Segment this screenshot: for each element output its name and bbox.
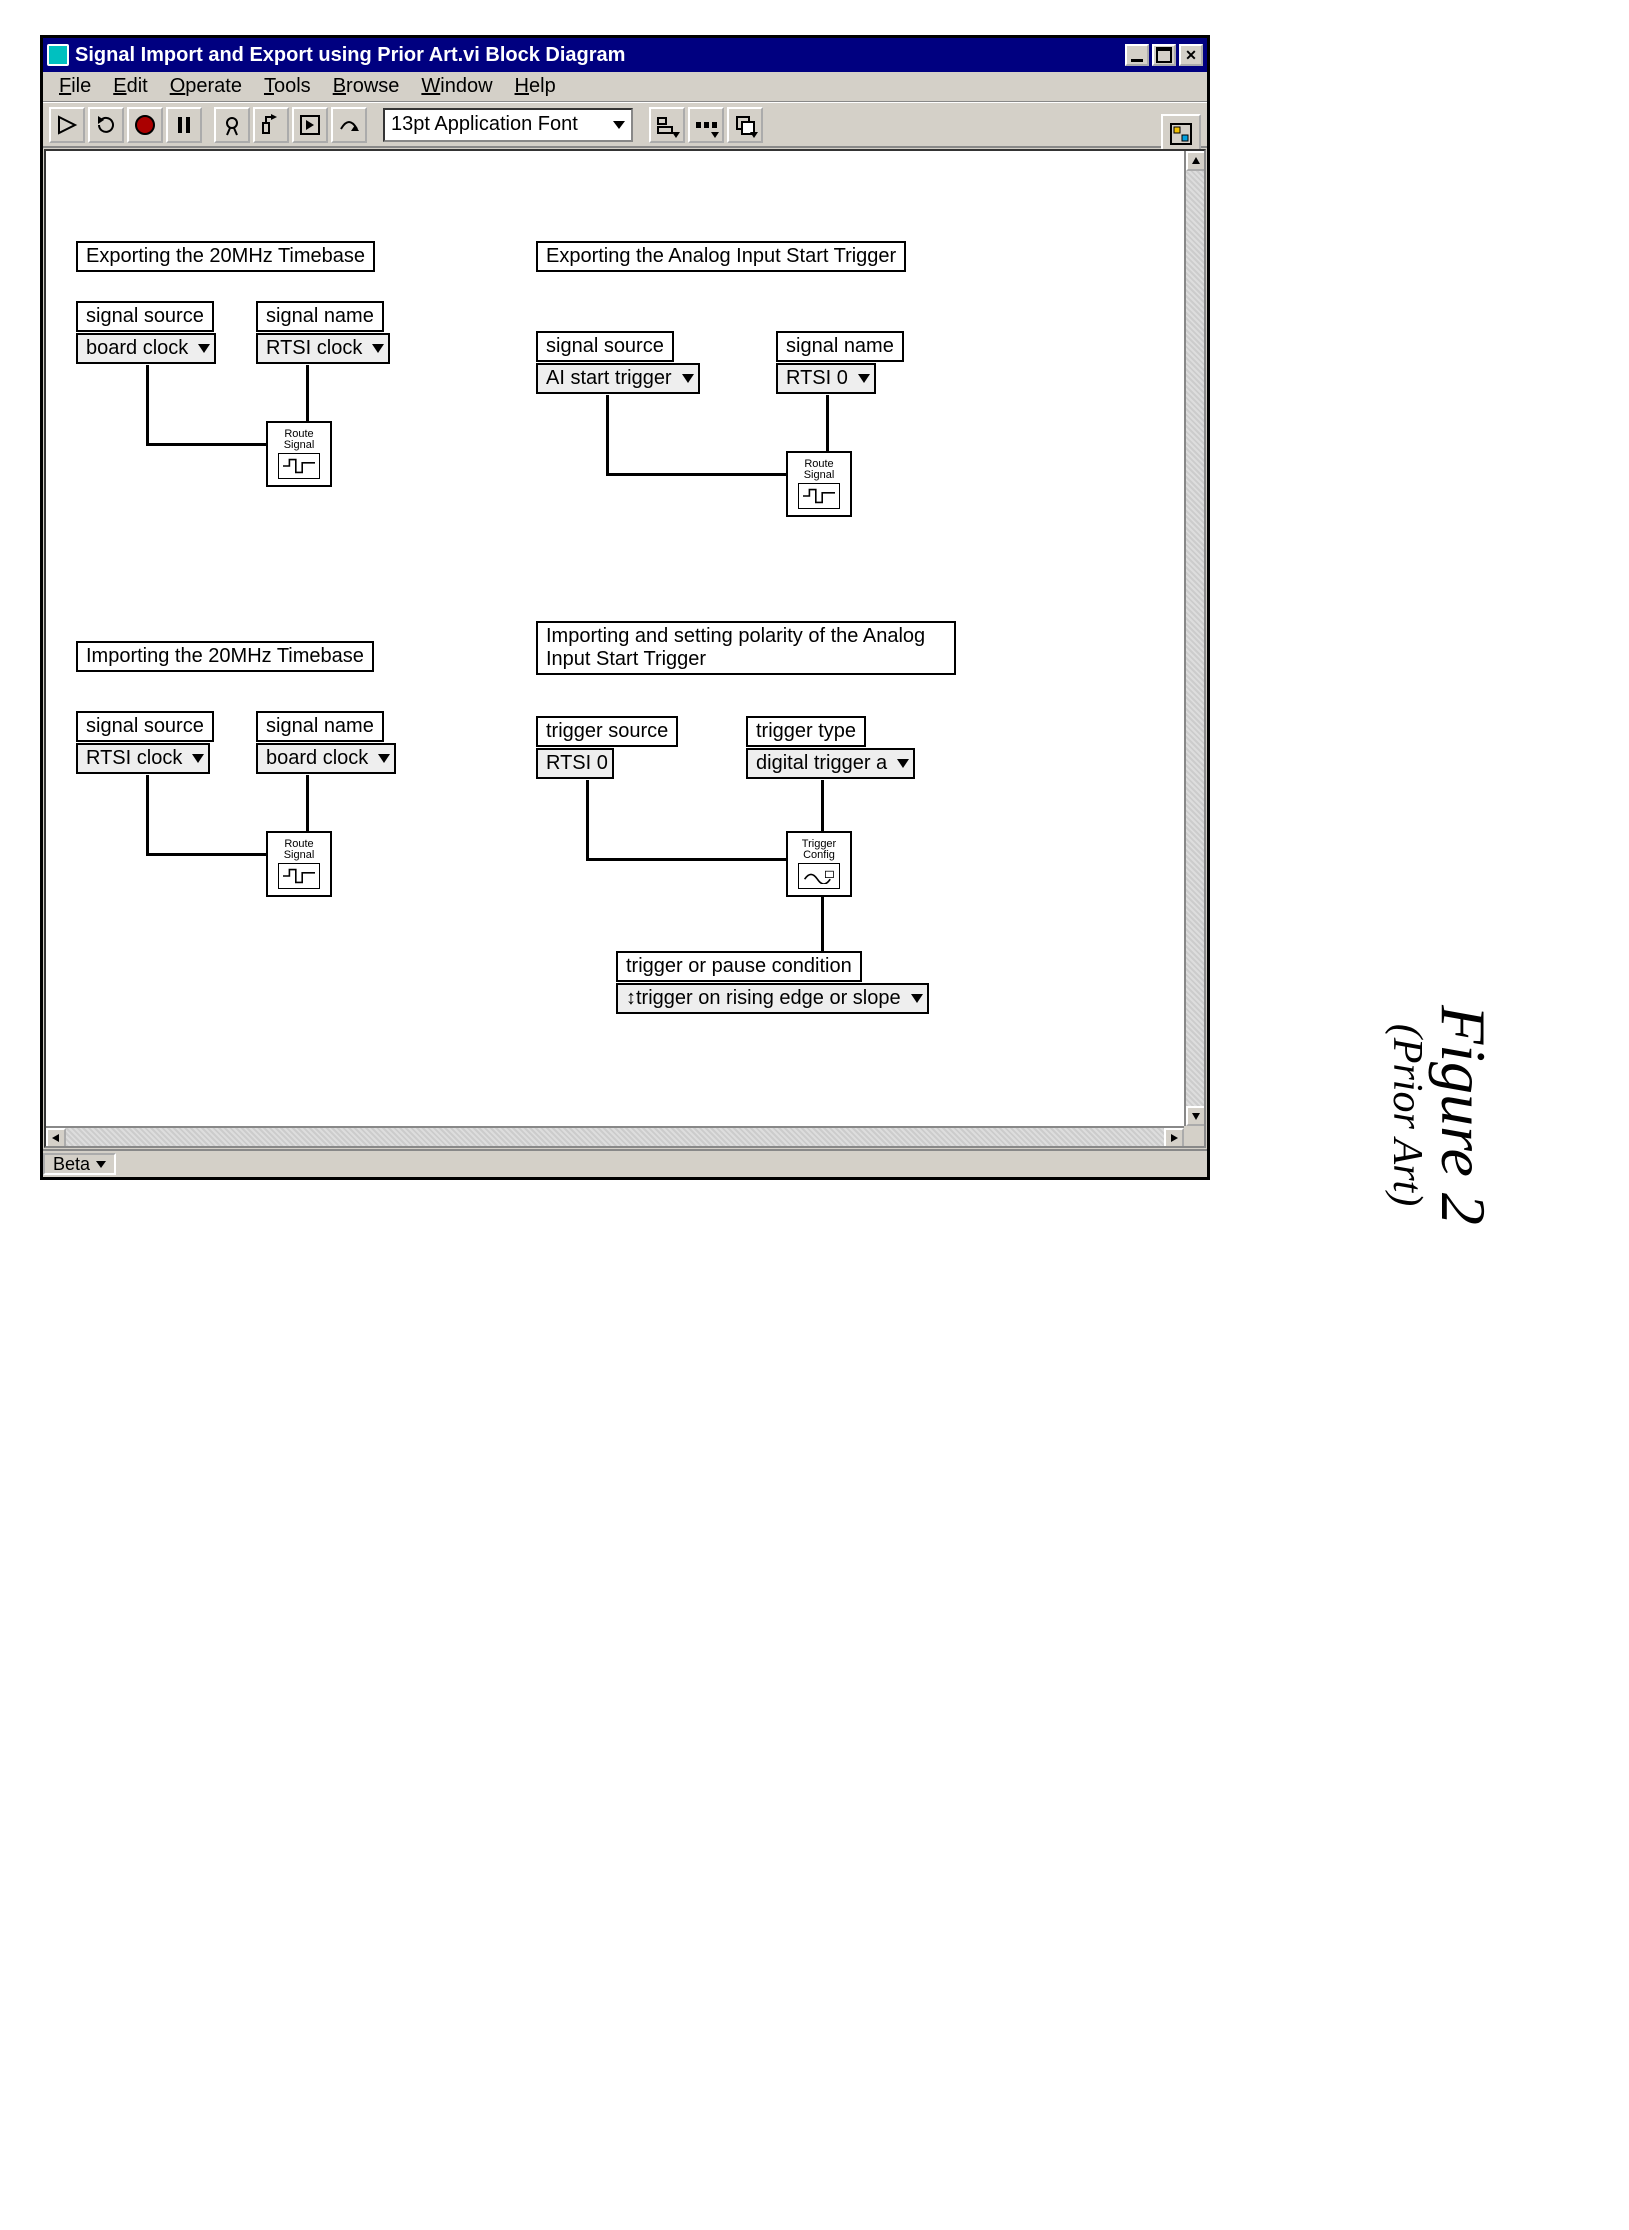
label-signal-source-3: signal source bbox=[76, 711, 214, 742]
combo-signal-name-2[interactable]: RTSI 0 bbox=[776, 363, 876, 394]
chevron-down-icon bbox=[897, 759, 909, 768]
window-title: Signal Import and Export using Prior Art… bbox=[75, 44, 1119, 67]
label-trigger-pause-condition: trigger or pause condition bbox=[616, 951, 862, 982]
run-continuous-button[interactable] bbox=[88, 107, 124, 143]
title-bar[interactable]: Signal Import and Export using Prior Art… bbox=[43, 38, 1207, 72]
chevron-down-icon bbox=[682, 374, 694, 383]
combo-signal-source-2[interactable]: AI start trigger bbox=[536, 363, 700, 394]
menu-help[interactable]: Help bbox=[505, 72, 566, 101]
menu-window[interactable]: Window bbox=[411, 72, 502, 101]
menu-file[interactable]: File bbox=[49, 72, 101, 101]
toolbar: 13pt Application Font bbox=[43, 102, 1207, 148]
label-signal-name-1: signal name bbox=[256, 301, 384, 332]
chevron-down-icon bbox=[613, 121, 625, 129]
label-import-20mhz: Importing the 20MHz Timebase bbox=[76, 641, 374, 672]
label-export-ai-start: Exporting the Analog Input Start Trigger bbox=[536, 241, 906, 272]
scroll-left-button[interactable] bbox=[46, 1128, 66, 1148]
combo-trigger-type[interactable]: digital trigger a bbox=[746, 748, 915, 779]
label-signal-name-3: signal name bbox=[256, 711, 384, 742]
figure-subtitle: (Prior Art) bbox=[1383, 1005, 1431, 1225]
scroll-track[interactable] bbox=[66, 1128, 1164, 1146]
wire bbox=[606, 473, 786, 476]
step-over-button[interactable] bbox=[331, 107, 367, 143]
close-button[interactable]: ✕ bbox=[1179, 44, 1203, 66]
menu-edit[interactable]: Edit bbox=[103, 72, 157, 101]
label-signal-name-2: signal name bbox=[776, 331, 904, 362]
wire bbox=[306, 775, 309, 831]
terminal-icon[interactable] bbox=[1161, 114, 1201, 154]
menu-bar: File Edit Operate Tools Browse Window He… bbox=[43, 72, 1207, 102]
window-frame: Signal Import and Export using Prior Art… bbox=[40, 35, 1210, 1180]
menu-operate[interactable]: Operate bbox=[160, 72, 252, 101]
app-icon bbox=[47, 44, 69, 66]
font-combo-text: 13pt Application Font bbox=[391, 113, 578, 136]
wire bbox=[586, 780, 589, 860]
block-diagram-canvas[interactable]: Exporting the 20MHz Timebase signal sour… bbox=[44, 149, 1206, 1148]
route-signal-icon bbox=[278, 863, 320, 889]
wire bbox=[146, 853, 266, 856]
label-signal-source-1: signal source bbox=[76, 301, 214, 332]
node-route-signal-3[interactable]: Route Signal bbox=[266, 831, 332, 897]
chevron-down-icon bbox=[96, 1161, 106, 1168]
route-signal-icon bbox=[278, 453, 320, 479]
node-trigger-config[interactable]: Trigger Config bbox=[786, 831, 852, 897]
wire bbox=[821, 780, 824, 831]
retain-wire-button[interactable] bbox=[253, 107, 289, 143]
combo-signal-source-3[interactable]: RTSI clock bbox=[76, 743, 210, 774]
node-route-signal-2[interactable]: Route Signal bbox=[786, 451, 852, 517]
wire bbox=[146, 443, 266, 446]
chevron-down-icon bbox=[372, 344, 384, 353]
abort-button[interactable] bbox=[127, 107, 163, 143]
wire bbox=[606, 395, 609, 475]
wire bbox=[586, 858, 786, 861]
menu-browse[interactable]: Browse bbox=[323, 72, 410, 101]
step-into-button[interactable] bbox=[292, 107, 328, 143]
combo-trigger-condition[interactable]: ↕ trigger on rising edge or slope bbox=[616, 983, 929, 1014]
combo-signal-source-1[interactable]: board clock bbox=[76, 333, 216, 364]
chevron-down-icon bbox=[911, 994, 923, 1003]
maximize-button[interactable] bbox=[1152, 44, 1176, 66]
label-signal-source-2: signal source bbox=[536, 331, 674, 362]
chevron-down-icon bbox=[858, 374, 870, 383]
chevron-down-icon bbox=[378, 754, 390, 763]
reorder-button[interactable] bbox=[727, 107, 763, 143]
vertical-scrollbar[interactable] bbox=[1184, 151, 1204, 1126]
scroll-track[interactable] bbox=[1186, 171, 1204, 1106]
label-trigger-source: trigger source bbox=[536, 716, 678, 747]
label-trigger-type: trigger type bbox=[746, 716, 866, 747]
wire bbox=[826, 395, 829, 451]
figure-caption: Figure 2 (Prior Art) bbox=[1383, 1005, 1495, 1225]
wire bbox=[146, 365, 149, 445]
combo-trigger-source[interactable]: RTSI 0 bbox=[536, 748, 614, 779]
trigger-config-icon bbox=[798, 863, 840, 889]
scroll-up-button[interactable] bbox=[1186, 151, 1206, 171]
horizontal-scrollbar[interactable] bbox=[46, 1126, 1184, 1146]
figure-number: Figure 2 bbox=[1431, 1005, 1495, 1225]
combo-signal-name-3[interactable]: board clock bbox=[256, 743, 396, 774]
node-route-signal-1[interactable]: Route Signal bbox=[266, 421, 332, 487]
route-signal-icon bbox=[798, 483, 840, 509]
highlight-exec-button[interactable] bbox=[214, 107, 250, 143]
font-combo[interactable]: 13pt Application Font bbox=[383, 108, 633, 142]
combo-signal-name-1[interactable]: RTSI clock bbox=[256, 333, 390, 364]
wire bbox=[306, 365, 309, 421]
chevron-down-icon bbox=[198, 344, 210, 353]
pause-button[interactable] bbox=[166, 107, 202, 143]
wire bbox=[821, 897, 824, 951]
run-button[interactable] bbox=[49, 107, 85, 143]
wire bbox=[146, 775, 149, 855]
status-bar: Beta bbox=[43, 1149, 1207, 1177]
scroll-down-button[interactable] bbox=[1186, 1106, 1206, 1126]
minimize-button[interactable] bbox=[1125, 44, 1149, 66]
chevron-down-icon bbox=[192, 754, 204, 763]
align-objects-button[interactable] bbox=[649, 107, 685, 143]
distribute-objects-button[interactable] bbox=[688, 107, 724, 143]
resize-grip[interactable] bbox=[1184, 1126, 1204, 1146]
label-import-polarity-ai-start: Importing and setting polarity of the An… bbox=[536, 621, 956, 675]
status-mode[interactable]: Beta bbox=[43, 1153, 116, 1175]
scroll-right-button[interactable] bbox=[1164, 1128, 1184, 1148]
label-export-20mhz: Exporting the 20MHz Timebase bbox=[76, 241, 375, 272]
menu-tools[interactable]: Tools bbox=[254, 72, 321, 101]
